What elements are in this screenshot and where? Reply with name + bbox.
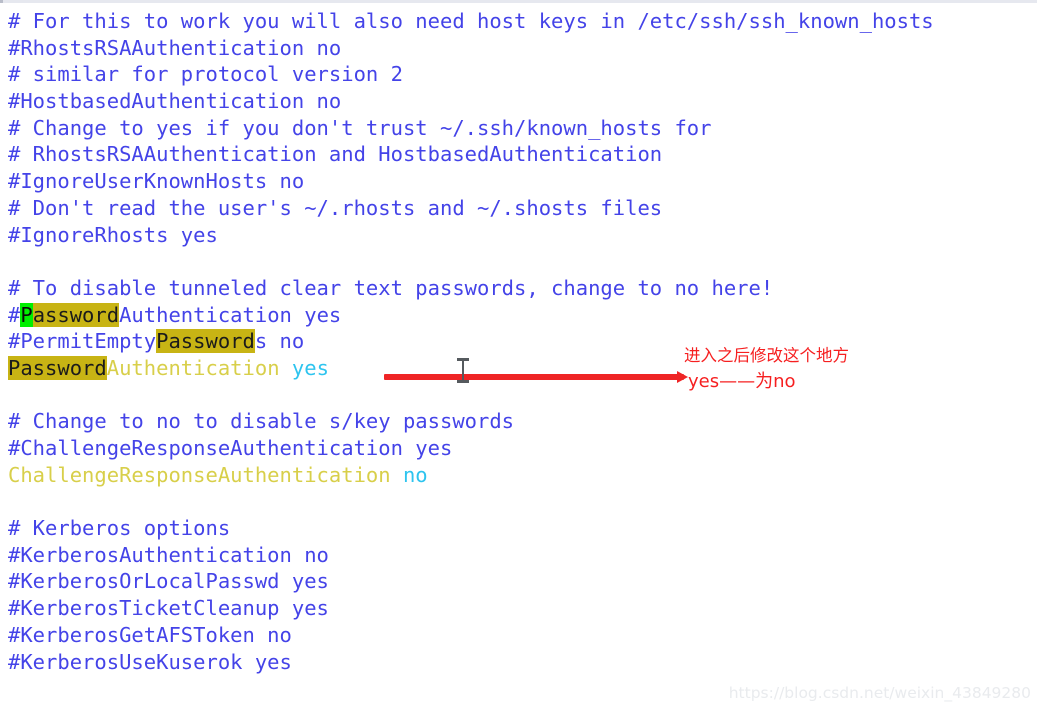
code-line[interactable]: # Don't read the user's ~/.rhosts and ~/… bbox=[8, 195, 934, 222]
code-token: Password bbox=[8, 355, 107, 380]
code-line[interactable]: #KerberosUseKuserok yes bbox=[8, 649, 934, 676]
annotation-bottom-note: yes——为no bbox=[688, 371, 796, 392]
code-token: #KerberosAuthentication no bbox=[8, 542, 329, 567]
code-token: # Change to no to disable s/key password… bbox=[8, 409, 515, 434]
code-token: Authentication bbox=[106, 355, 292, 380]
code-token: # Don't read the user's ~/.rhosts and ~/… bbox=[8, 195, 663, 220]
annotation-top-note: 进入之后修改这个地方 bbox=[684, 346, 849, 365]
code-token: #KerberosOrLocalPasswd yes bbox=[8, 569, 329, 594]
code-line[interactable]: # For this to work you will also need ho… bbox=[8, 8, 934, 35]
code-line[interactable]: #KerberosTicketCleanup yes bbox=[8, 595, 934, 622]
blog-watermark: https://blog.csdn.net/weixin_43849280 bbox=[728, 684, 1031, 702]
code-token: Authentication yes bbox=[119, 302, 342, 327]
code-line[interactable]: #RhostsRSAAuthentication no bbox=[8, 35, 934, 62]
text-editor-viewport[interactable]: # For this to work you will also need ho… bbox=[0, 3, 1037, 708]
code-token: # For this to work you will also need ho… bbox=[8, 9, 934, 33]
code-token: #ChallengeResponseAuthentication yes bbox=[8, 436, 453, 460]
code-line[interactable]: #KerberosGetAFSToken no bbox=[8, 622, 934, 649]
i-beam-cursor-stem bbox=[462, 359, 464, 382]
code-line[interactable]: # To disable tunneled clear text passwor… bbox=[8, 275, 934, 302]
code-line[interactable]: #KerberosAuthentication no bbox=[8, 542, 934, 569]
code-token: assword bbox=[32, 302, 120, 327]
code-token: # To disable tunneled clear text passwor… bbox=[8, 275, 774, 300]
annotation-arrow-line bbox=[384, 374, 684, 380]
code-line[interactable]: # RhostsRSAAuthentication and HostbasedA… bbox=[8, 141, 934, 168]
code-line[interactable]: #PasswordAuthentication yes bbox=[8, 302, 934, 329]
code-token: #KerberosGetAFSToken no bbox=[8, 622, 292, 647]
code-line-blank[interactable] bbox=[8, 488, 934, 515]
code-line[interactable]: #IgnoreRhosts yes bbox=[8, 222, 934, 249]
code-line[interactable]: #KerberosOrLocalPasswd yes bbox=[8, 568, 934, 595]
code-line[interactable]: # similar for protocol version 2 bbox=[8, 61, 934, 88]
code-line[interactable]: # Kerberos options bbox=[8, 515, 934, 542]
code-token: s no bbox=[254, 329, 305, 354]
code-token: #KerberosUseKuserok yes bbox=[8, 649, 292, 674]
code-line[interactable]: # Change to no to disable s/key password… bbox=[8, 408, 934, 435]
code-token: #KerberosTicketCleanup yes bbox=[8, 596, 329, 621]
code-token: #IgnoreUserKnownHosts no bbox=[8, 169, 305, 194]
code-token: yes bbox=[291, 355, 329, 380]
code-token: # bbox=[8, 302, 21, 327]
code-token: ChallengeResponseAuthentication bbox=[8, 462, 403, 487]
annotation-arrow-head bbox=[677, 371, 688, 383]
code-token: P bbox=[20, 302, 33, 327]
code-line[interactable]: #IgnoreUserKnownHosts no bbox=[8, 168, 934, 195]
code-line[interactable]: #HostbasedAuthentication no bbox=[8, 88, 934, 115]
code-token: #PermitEmpty bbox=[8, 329, 157, 354]
code-token: # Kerberos options bbox=[8, 516, 231, 541]
code-token: # Change to yes if you don't trust ~/.ss… bbox=[8, 115, 712, 140]
code-token: #HostbasedAuthentication no bbox=[8, 89, 342, 114]
code-line[interactable]: ChallengeResponseAuthentication no bbox=[8, 462, 934, 489]
i-beam-cursor-bottom-cap bbox=[457, 380, 469, 383]
code-token: # RhostsRSAAuthentication and HostbasedA… bbox=[8, 142, 663, 167]
code-token: #IgnoreRhosts yes bbox=[8, 222, 218, 247]
code-token: #RhostsRSAAuthentication no bbox=[8, 35, 342, 60]
i-beam-cursor-icon bbox=[456, 357, 470, 383]
code-token: no bbox=[402, 462, 428, 487]
code-token: # similar for protocol version 2 bbox=[8, 62, 403, 87]
code-line[interactable]: # Change to yes if you don't trust ~/.ss… bbox=[8, 115, 934, 142]
code-token: Password bbox=[156, 329, 255, 354]
code-line[interactable]: #ChallengeResponseAuthentication yes bbox=[8, 435, 934, 462]
code-line-blank[interactable] bbox=[8, 248, 934, 275]
